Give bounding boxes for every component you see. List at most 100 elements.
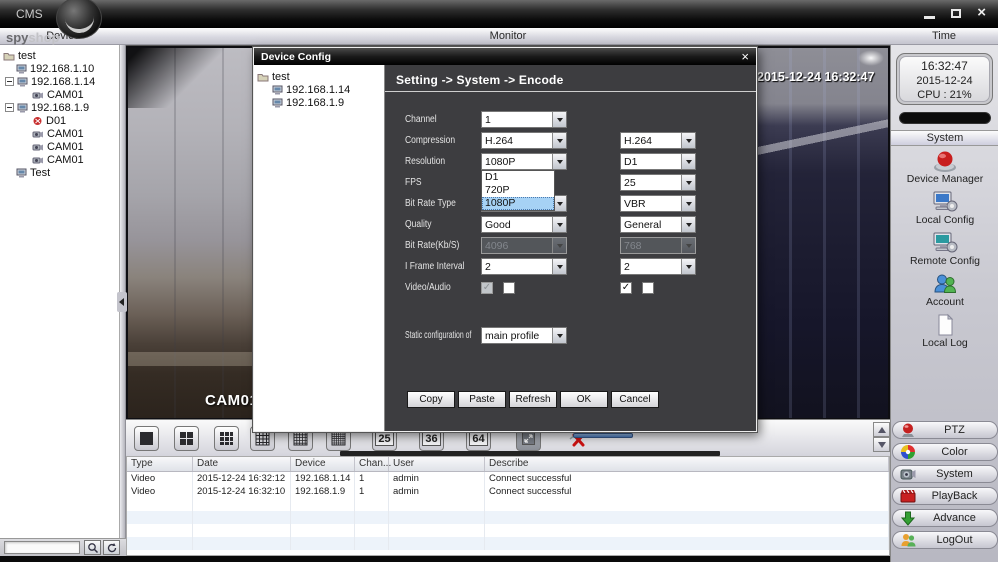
refresh-button[interactable] [103,540,120,555]
quality-select-sub[interactable]: General [620,216,696,233]
account-button[interactable]: Account [891,272,998,312]
action-buttons: PTZ Color System PlayBack Advance LogOut [891,421,998,553]
device-manager-button[interactable]: Device Manager [891,149,998,189]
fullscreen-icon [521,431,536,446]
remote-config-button[interactable]: Remote Config [891,231,998,271]
iframe-interval-row: I Frame Interval 2 2 [385,258,756,275]
dialog-tree-item-root[interactable]: test [254,70,384,83]
ptz-button[interactable]: PTZ [892,421,998,439]
green-down-arrow-icon [900,510,916,526]
video-checkbox-main[interactable]: ✓ [481,282,493,294]
dialog-titlebar[interactable]: Device Config × [254,48,756,65]
chevron-down-icon[interactable] [552,259,566,274]
chevron-down-icon[interactable] [681,175,695,190]
column-header[interactable]: Describe [485,457,889,471]
tree-item-device[interactable]: 192.168.1.14 [0,75,119,88]
scroll-up-button[interactable] [873,422,890,437]
scroll-down-button[interactable] [873,437,890,452]
tree-search-bar [0,538,126,556]
tree-item-camera[interactable]: CAM01 [0,127,119,140]
tree-item-device[interactable]: 192.168.1.9 [0,101,119,114]
minimize-icon[interactable] [924,16,935,19]
compression-select-sub[interactable]: H.264 [620,132,696,149]
local-config-button[interactable]: Local Config [891,190,998,230]
tree-item-alarm[interactable]: D01 [0,114,119,127]
column-header[interactable]: Date [193,457,291,471]
dropdown-option[interactable]: 720P [482,184,554,197]
tree-item-camera[interactable]: CAM01 [0,140,119,153]
refresh-button[interactable]: Refresh [509,391,557,408]
dropdown-option[interactable]: D1 [482,171,554,184]
bitrate-type-select-sub[interactable]: VBR [620,195,696,212]
paste-button[interactable]: Paste [458,391,506,408]
chevron-down-icon[interactable] [681,259,695,274]
column-header[interactable]: User [389,457,485,471]
video-feed-right[interactable]: 2015-12-24 16:32:47 [755,48,888,418]
column-header[interactable]: Chan... [355,457,389,471]
chevron-down-icon[interactable] [552,217,566,232]
dialog-breadcrumb-header: Setting -> System -> Encode [385,71,756,92]
chevron-down-icon[interactable] [681,154,695,169]
video-checkbox-sub[interactable]: ✓ [620,282,632,294]
folder-icon [3,51,15,61]
chevron-down-icon[interactable] [552,112,566,127]
dialog-tree-item-device[interactable]: 192.168.1.9 [254,96,384,109]
chevron-down-icon[interactable] [552,154,566,169]
dialog-close-icon[interactable]: × [741,50,749,63]
audio-checkbox-main[interactable] [503,282,515,294]
tree-item-camera[interactable]: CAM01 [0,153,119,166]
layout-1-button[interactable] [134,426,159,451]
monitor-panel-header: Monitor [126,30,890,42]
playback-button[interactable]: PlayBack [892,487,998,505]
collapse-panel-arrow-icon[interactable] [117,292,127,312]
resolution-select-main[interactable]: 1080P [481,153,567,170]
camera-icon [32,129,44,139]
table-row[interactable]: Video 2015-12-24 16:32:12 192.168.1.14 1… [127,472,889,485]
logout-button[interactable]: LogOut [892,531,998,549]
system-button[interactable]: System [892,465,998,483]
quality-select-main[interactable]: Good [481,216,567,233]
ok-button[interactable]: OK [560,391,608,408]
fps-select-sub[interactable]: 25 [620,174,696,191]
search-input[interactable] [4,541,80,554]
advance-button[interactable]: Advance [892,509,998,527]
layout-9-button[interactable] [214,426,239,451]
volume-slider[interactable] [573,433,633,438]
tree-item-group-test[interactable]: test [0,49,119,62]
layout-4-button[interactable] [174,426,199,451]
chevron-down-icon[interactable] [552,328,566,343]
column-header[interactable]: Device [291,457,355,471]
chevron-down-icon[interactable] [681,133,695,148]
spyshop-wordmark: spyshop [6,30,59,45]
tree-item-device[interactable]: Test [0,166,119,179]
tree-item-camera[interactable]: CAM01 [0,88,119,101]
chevron-down-icon[interactable] [681,196,695,211]
resolution-select-sub[interactable]: D1 [620,153,696,170]
window-controls: × [924,6,986,20]
iframe-select-sub[interactable]: 2 [620,258,696,275]
local-log-button[interactable]: Local Log [891,313,998,353]
column-header[interactable]: Type [127,457,193,471]
cancel-button[interactable]: Cancel [611,391,659,408]
color-button[interactable]: Color [892,443,998,461]
search-button[interactable] [84,540,101,555]
chevron-down-icon[interactable] [681,217,695,232]
chevron-down-icon[interactable] [552,133,566,148]
time-panel-header: Time [890,30,998,42]
collapse-expander-icon[interactable] [5,77,14,86]
copy-button[interactable]: Copy [407,391,455,408]
channel-select[interactable]: 1 [481,111,567,128]
profile-select[interactable]: main profile [481,327,567,344]
maximize-icon[interactable] [951,9,961,18]
tree-item-device[interactable]: 192.168.1.10 [0,62,119,75]
dialog-tree-item-device[interactable]: 192.168.1.14 [254,83,384,96]
audio-checkbox-sub[interactable] [642,282,654,294]
red-button-icon [932,149,958,173]
collapse-expander-icon[interactable] [5,103,14,112]
dropdown-option-selected[interactable]: 1080P [482,197,554,210]
iframe-select-main[interactable]: 2 [481,258,567,275]
table-row[interactable]: Video 2015-12-24 16:32:10 192.168.1.9 1 … [127,485,889,498]
compression-select-main[interactable]: H.264 [481,132,567,149]
close-icon[interactable]: × [977,6,986,20]
grid-view-icon [293,431,308,446]
